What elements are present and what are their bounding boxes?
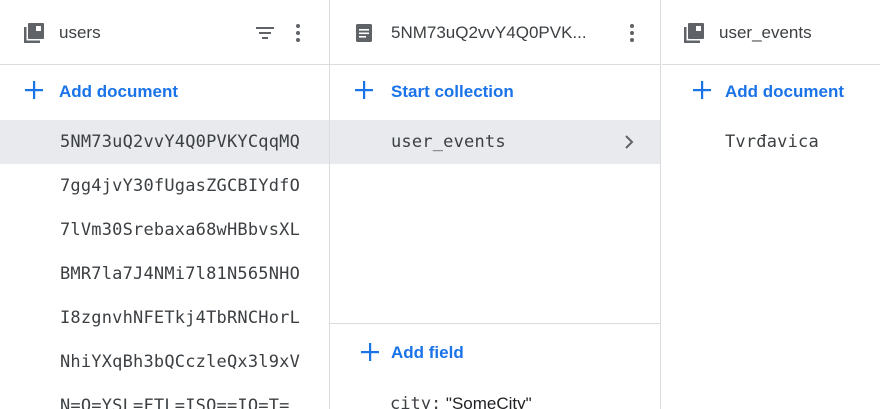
document-list-item[interactable]: BMR7la7J4NMi7l81N565NHO	[0, 252, 329, 296]
panel-header: user_events	[662, 0, 880, 65]
document-list-item[interactable]: 7lVm30Srebaxa68wHBbvsXL	[0, 208, 329, 252]
chevron-right-icon	[625, 135, 634, 149]
document-id: 7lVm30Srebaxa68wHBbvsXL	[60, 220, 301, 240]
plus-icon	[25, 81, 43, 99]
document-list: Tvrđavica	[662, 120, 880, 164]
document-list-item[interactable]: 7gg4jvY30fUgasZGCBIYdfO	[0, 164, 329, 208]
document-id: 5NM73uQ2vvY4Q0PVKYCqqMQ	[60, 132, 301, 152]
document-list-item[interactable]: Tvrđavica	[662, 120, 880, 164]
document-list-item[interactable]: I8zgnvhNFETkj4TbRNCHorL	[0, 296, 329, 340]
document-icon	[356, 24, 372, 42]
collection-panel-user-events: user_events Add document Tvrđavica	[662, 0, 880, 409]
document-panel: 5NM73uQ2vvY4Q0PVK... Start collection us…	[330, 0, 661, 409]
start-collection-label: Start collection	[391, 82, 514, 101]
document-list-item[interactable]: NhiYXqBh3bQCczleQx3l9xV	[0, 340, 329, 384]
field-value: "SomeCity"	[445, 394, 532, 409]
add-document-button[interactable]: Add document	[662, 66, 880, 118]
plus-icon	[693, 81, 711, 99]
document-id: Tvrđavica	[725, 132, 819, 152]
document-list-item[interactable]: N=O=YSL=FTL=ISO==IO=T=	[0, 384, 329, 409]
subcollection-name: user_events	[391, 132, 506, 152]
start-collection-button[interactable]: Start collection	[330, 66, 660, 118]
subcollection-list: user_events	[330, 120, 660, 164]
add-field-label: Add field	[391, 343, 464, 362]
document-id: NhiYXqBh3bQCczleQx3l9xV	[60, 352, 301, 372]
subcollection-list-item[interactable]: user_events	[330, 120, 660, 164]
more-vert-icon[interactable]	[286, 21, 310, 45]
collection-icon	[684, 23, 704, 43]
more-vert-icon[interactable]	[620, 21, 644, 45]
add-document-button[interactable]: Add document	[0, 66, 329, 118]
collection-title: user_events	[719, 23, 812, 42]
field-row[interactable]: city: "SomeCity"	[390, 393, 532, 409]
document-id: 7gg4jvY30fUgasZGCBIYdfO	[60, 176, 301, 196]
plus-icon	[355, 81, 373, 99]
add-field-button[interactable]: Add field	[330, 330, 660, 374]
panel-header: users	[0, 0, 329, 65]
add-document-label: Add document	[725, 82, 844, 101]
field-key: city:	[390, 394, 442, 409]
plus-icon	[361, 343, 379, 361]
collection-panel-users: users Add document 5NM73uQ2vvY4Q0PVKYCqq…	[0, 0, 330, 409]
collection-icon	[24, 23, 44, 43]
add-document-label: Add document	[59, 82, 178, 101]
document-list-item[interactable]: 5NM73uQ2vvY4Q0PVKYCqqMQ	[0, 120, 329, 164]
document-title: 5NM73uQ2vvY4Q0PVK...	[391, 23, 587, 42]
document-id: I8zgnvhNFETkj4TbRNCHorL	[60, 308, 301, 328]
collection-title: users	[59, 23, 101, 42]
document-id: N=O=YSL=FTL=ISO==IO=T=	[60, 396, 290, 409]
divider	[330, 323, 660, 324]
document-id: BMR7la7J4NMi7l81N565NHO	[60, 264, 301, 284]
document-list: 5NM73uQ2vvY4Q0PVKYCqqMQ 7gg4jvY30fUgasZG…	[0, 120, 329, 409]
panel-header: 5NM73uQ2vvY4Q0PVK...	[330, 0, 660, 65]
filter-icon[interactable]	[253, 21, 277, 45]
